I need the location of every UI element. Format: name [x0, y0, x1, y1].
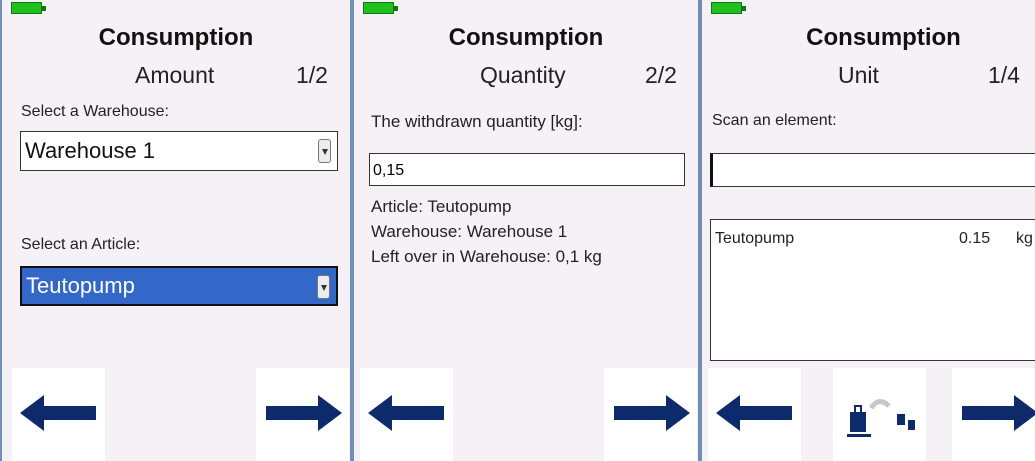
step-counter: 2/2: [645, 62, 677, 88]
arrow-left-icon: [716, 395, 792, 431]
article-select[interactable]: Teutopump: [20, 266, 338, 306]
next-button[interactable]: [604, 368, 697, 461]
screen-unit: Consumption Unit 1/4 Scan an element: Te…: [700, 0, 1035, 461]
back-button[interactable]: [708, 368, 801, 461]
leftover-info: Left over in Warehouse: 0,1 kg: [371, 247, 602, 266]
list-item-unit: kg: [1016, 230, 1033, 247]
step-label: Quantity: [480, 62, 566, 88]
scan-label: Scan an element:: [712, 112, 837, 129]
next-button[interactable]: [952, 368, 1035, 461]
step-counter: 1/2: [296, 62, 328, 88]
quantity-input[interactable]: 0,15: [369, 153, 685, 186]
weigh-button[interactable]: [833, 368, 926, 461]
article-info: Article: Teutopump: [371, 197, 512, 216]
step-counter: 1/4: [988, 62, 1020, 88]
page-title: Consumption: [98, 24, 254, 51]
article-label: Select an Article:: [21, 236, 141, 253]
step-label: Unit: [838, 62, 879, 88]
warehouse-label: Select a Warehouse:: [21, 103, 169, 120]
arrow-right-icon: [266, 395, 342, 431]
arrow-left-icon: [20, 395, 96, 431]
dropdown-arrow-icon[interactable]: [318, 139, 331, 163]
dropdown-arrow-icon[interactable]: [317, 275, 330, 299]
battery-icon: [11, 2, 46, 14]
scan-input[interactable]: [710, 153, 1035, 187]
back-button[interactable]: [12, 368, 105, 461]
warehouse-info: Warehouse: Warehouse 1: [371, 222, 568, 241]
screen-amount: Consumption Amount 1/2 Select a Warehous…: [0, 0, 352, 461]
battery-icon: [363, 2, 398, 14]
arrow-left-icon: [368, 395, 444, 431]
list-item-amount: 0.15: [959, 230, 991, 247]
quantity-label: The withdrawn quantity [kg]:: [371, 112, 583, 131]
battery-icon: [711, 2, 746, 14]
step-label: Amount: [135, 62, 215, 88]
arrow-right-icon: [614, 395, 690, 431]
page-title: Consumption: [806, 24, 961, 51]
article-select-value: Teutopump: [26, 273, 135, 298]
page-title: Consumption: [448, 24, 604, 51]
scale-bags-icon: [847, 399, 915, 437]
next-button[interactable]: [256, 368, 349, 461]
list-item-name: Teutopump: [715, 230, 795, 247]
arrow-right-icon: [962, 395, 1035, 431]
screen-quantity: Consumption Quantity 2/2 The withdrawn q…: [352, 0, 700, 461]
element-list[interactable]: Teutopump 0.15 kg: [710, 219, 1035, 361]
warehouse-select-value: Warehouse 1: [25, 138, 156, 163]
warehouse-select[interactable]: Warehouse 1: [20, 131, 338, 171]
back-button[interactable]: [360, 368, 453, 461]
